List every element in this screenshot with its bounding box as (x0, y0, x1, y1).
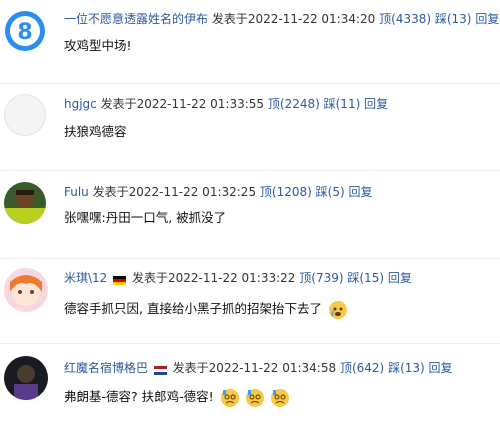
reply-link[interactable]: 回复 (429, 361, 453, 375)
post-time: 发表于2022-11-22 01:32:25 (92, 185, 257, 199)
player-photo-icon (4, 182, 46, 224)
downvote-link[interactable]: 踩(11) (324, 97, 361, 111)
username[interactable]: 米琪\12 (64, 271, 107, 285)
dizzy-emoji-icon (220, 388, 239, 407)
comment-text: 张嘿嘿:丹田一口气, 被抓没了 (64, 210, 227, 225)
comment-item: 红魔名宿博格巴 发表于2022-11-22 01:34:58 顶(642) 踩(… (0, 348, 500, 436)
crying-emoji-icon (328, 300, 347, 319)
upvote-link[interactable]: 顶(739) (299, 271, 343, 285)
netherlands-flag-icon (153, 363, 167, 375)
dark-avatar-icon (4, 356, 48, 400)
reply-link[interactable]: 回复 (388, 271, 412, 285)
upvote-link[interactable]: 顶(1208) (260, 185, 312, 199)
divider (0, 170, 500, 171)
dizzy-emoji-icon (245, 388, 264, 407)
avatar[interactable] (4, 94, 46, 136)
reply-link[interactable]: 回复 (348, 185, 372, 199)
comment-item: Fulu 发表于2022-11-22 01:32:25 顶(1208) 踩(5)… (0, 176, 500, 264)
avatar[interactable] (4, 356, 48, 400)
germany-flag-icon (113, 273, 127, 285)
downvote-link[interactable]: 踩(15) (347, 271, 384, 285)
avatar-8-icon: 8 (5, 11, 45, 51)
username[interactable]: 一位不愿意透露姓名的伊布 (64, 12, 208, 26)
avatar[interactable] (4, 268, 48, 312)
post-time: 发表于2022-11-22 01:34:20 (211, 12, 376, 26)
comment-text: 攻鸡型中场! (64, 38, 132, 53)
svg-text:8: 8 (17, 20, 32, 45)
downvote-link[interactable]: 踩(5) (316, 185, 345, 199)
post-time: 发表于2022-11-22 01:34:58 (172, 361, 337, 375)
dizzy-emoji-icon (270, 388, 289, 407)
comment-item: 米琪\12 发表于2022-11-22 01:33:22 顶(739) 踩(15… (0, 262, 500, 350)
post-time: 发表于2022-11-22 01:33:55 (100, 97, 265, 111)
username[interactable]: hgjgc (64, 97, 97, 111)
username[interactable]: 红魔名宿博格巴 (64, 361, 148, 375)
comment-text: 扶狼鸡德容 (64, 124, 127, 139)
downvote-link[interactable]: 踩(13) (435, 12, 472, 26)
comment-item: hgjgc 发表于2022-11-22 01:33:55 顶(2248) 踩(1… (0, 88, 500, 176)
divider (0, 258, 500, 259)
divider (0, 343, 500, 344)
reply-link[interactable]: 回复 (475, 12, 499, 26)
upvote-link[interactable]: 顶(2248) (268, 97, 320, 111)
upvote-link[interactable]: 顶(4338) (379, 12, 431, 26)
upvote-link[interactable]: 顶(642) (340, 361, 384, 375)
downvote-link[interactable]: 踩(13) (388, 361, 425, 375)
anime-avatar-icon (4, 268, 48, 312)
username[interactable]: Fulu (64, 185, 89, 199)
comment-text: 德容手抓只因, 直接给小黑子抓的招架抬下去了 (64, 301, 322, 316)
avatar[interactable]: 8 (4, 10, 46, 52)
divider (0, 83, 500, 84)
comment-text: 弗朗基-德容? 扶郎鸡-德容! (64, 389, 214, 404)
reply-link[interactable]: 回复 (364, 97, 388, 111)
avatar[interactable] (4, 182, 46, 224)
comment-item: 8 一位不愿意透露姓名的伊布 发表于2022-11-22 01:34:20 顶(… (0, 0, 500, 88)
post-time: 发表于2022-11-22 01:33:22 (131, 271, 296, 285)
